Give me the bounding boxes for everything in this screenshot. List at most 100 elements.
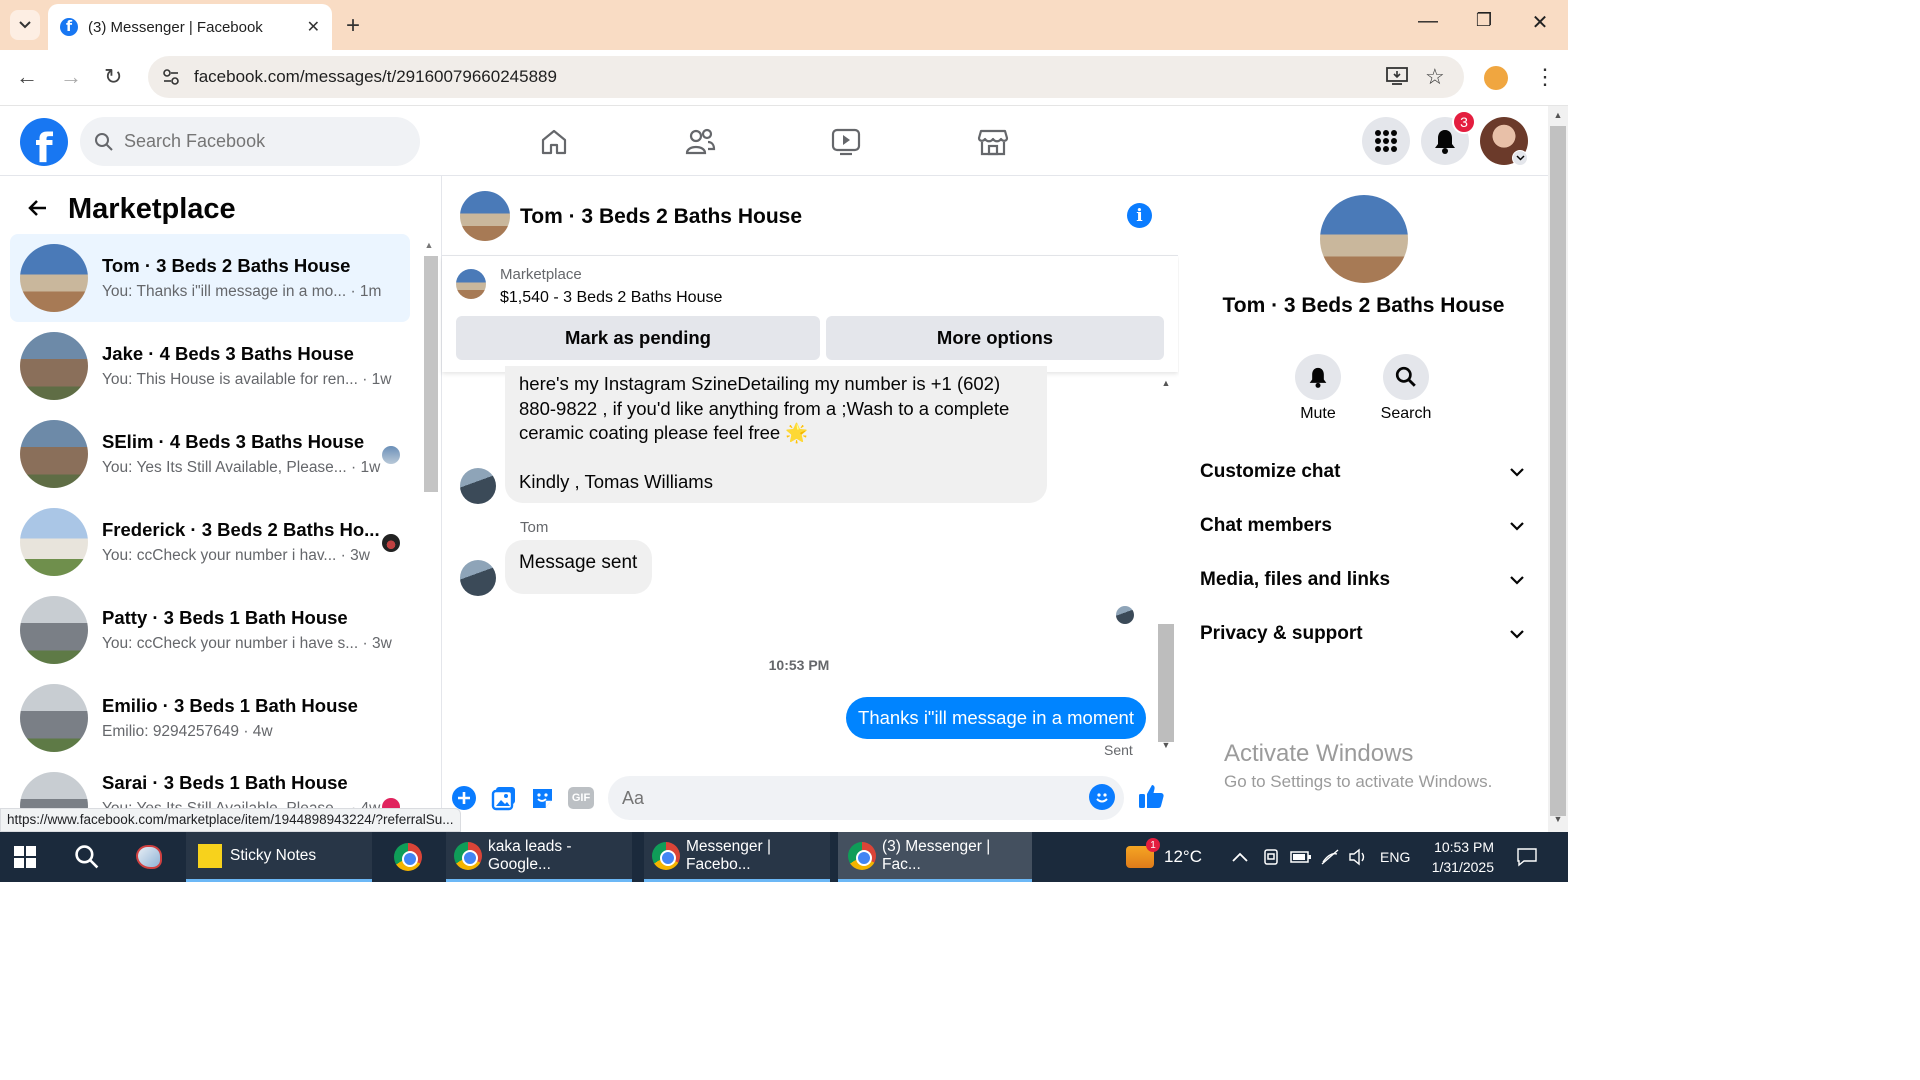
nav-home[interactable] [534,124,574,160]
scrollbar-thumb[interactable] [424,256,438,492]
sender-avatar[interactable] [460,468,496,504]
media-files-links-section[interactable]: Media, files and links [1188,555,1536,605]
notification-center-icon[interactable] [1516,832,1538,882]
conversation-time: · 1w [351,459,381,476]
chevron-down-icon [1510,629,1524,639]
nav-marketplace[interactable] [973,124,1013,160]
show-hidden-icons[interactable] [1232,832,1248,882]
page-title: Marketplace [68,193,236,225]
info-icon[interactable]: i [1127,203,1152,228]
conversation-name: Tom · 3 Beds 2 Baths House [102,255,351,276]
more-options-button[interactable]: More options [826,316,1164,360]
browser-menu-icon[interactable]: ⋮ [1534,64,1556,90]
photo-icon[interactable] [490,784,518,812]
watermark-subtitle: Go to Settings to activate Windows. [1224,772,1493,791]
taskbar-chrome-window[interactable]: Messenger | Facebo... [644,832,830,882]
mark-as-pending-button[interactable]: Mark as pending [456,316,820,360]
profile-picture[interactable] [1320,195,1408,283]
chevron-down-icon [19,21,31,29]
taskbar-label: (3) Messenger | Fac... [882,837,991,873]
conversation-name: SElim · 4 Beds 3 Baths House [102,431,365,452]
read-receipt-avatar [1116,606,1134,624]
customize-chat-section[interactable]: Customize chat [1188,447,1536,497]
meet-now-icon[interactable] [1262,832,1280,882]
taskbar-label: Sticky Notes [230,846,317,864]
tab-close-icon[interactable]: ✕ [307,17,320,37]
sender-avatar[interactable] [460,560,496,596]
incoming-message[interactable]: here's my Instagram SzineDetailing my nu… [505,366,1047,503]
emoji-icon[interactable] [1089,784,1115,810]
taskbar-chrome-window-active[interactable]: (3) Messenger | Fac... [838,832,1032,882]
clock-date: 1/31/2025 [1431,859,1494,875]
profile-name: Tom · 3 Beds 2 Baths House [1222,294,1505,317]
conversation-item[interactable]: Jake · 4 Beds 3 Baths House You: This Ho… [10,322,410,410]
conversation-item[interactable]: Patty · 3 Beds 1 Bath House You: ccCheck… [10,586,410,674]
site-info-icon[interactable] [162,68,180,86]
weather-widget[interactable]: 1 12°C [1126,832,1202,882]
minimize-button[interactable]: — [1408,10,1448,33]
language-indicator[interactable]: ENG [1380,832,1410,882]
chevron-down-icon [1510,467,1524,477]
menu-grid-button[interactable] [1362,117,1410,165]
chrome-icon [394,843,422,871]
back-arrow-icon[interactable] [26,196,50,227]
paint-app-icon[interactable] [136,832,170,882]
chrome-icon [848,841,876,870]
url-text: facebook.com/messages/t/2916007966024588… [194,67,557,86]
bell-icon [1435,130,1455,154]
conversation-item[interactable]: Frederick · 3 Beds 2 Baths Ho... You: cc… [10,498,410,586]
taskbar-search-button[interactable] [74,832,106,882]
conversation-time: · 1w [362,371,392,388]
browser-tab-active[interactable]: f (3) Messenger | Facebook ✕ [48,4,332,50]
privacy-support-section[interactable]: Privacy & support [1188,609,1536,659]
chevron-up-icon [1232,852,1248,862]
reload-button[interactable]: ↻ [104,64,122,90]
sticker-icon[interactable] [529,784,557,812]
nav-watch[interactable] [826,124,866,160]
link-status-bar: https://www.facebook.com/marketplace/ite… [0,808,461,832]
forward-button[interactable]: → [60,64,82,90]
back-button[interactable]: ← [16,64,38,90]
scrollbar-thumb[interactable] [1158,624,1174,742]
conversation-item[interactable]: Emilio · 3 Beds 1 Bath House Emilio: 929… [10,674,410,762]
listing-thumbnail[interactable] [456,269,486,299]
search-conversation-button[interactable] [1383,354,1429,400]
window-close-button[interactable]: ✕ [1520,10,1560,35]
chat-members-section[interactable]: Chat members [1188,501,1536,551]
restore-button[interactable]: ❐ [1464,10,1504,31]
account-chevron-icon[interactable] [1512,150,1528,166]
thumbs-up-icon[interactable] [1137,782,1165,815]
conversation-item[interactable]: SElim · 4 Beds 3 Baths House You: Yes It… [10,410,410,498]
bookmark-star-icon[interactable]: ☆ [1425,64,1445,90]
chat-title[interactable]: Tom · 3 Beds 2 Baths House [520,205,802,229]
volume-icon[interactable] [1348,832,1368,882]
taskbar-chrome-pinned[interactable] [394,832,428,882]
start-button[interactable] [14,832,46,882]
search-bar[interactable] [80,117,420,166]
star-emoji: 🌟 [785,422,809,443]
mute-button[interactable] [1295,354,1341,400]
chat-avatar[interactable] [460,191,510,241]
scrollbar-thumb[interactable] [1550,126,1566,816]
gif-icon[interactable]: GIF [567,784,595,812]
tab-search-button[interactable] [10,10,40,40]
incoming-message[interactable]: Message sent [505,540,652,594]
address-bar[interactable]: facebook.com/messages/t/2916007966024588… [148,56,1464,98]
wifi-icon[interactable] [1320,832,1340,882]
taskbar-chrome-window[interactable]: kaka leads - Google... [446,832,632,882]
message-input[interactable] [608,776,1124,820]
facebook-logo[interactable]: f [20,118,68,166]
nav-friends[interactable] [680,124,720,160]
search-input[interactable] [124,131,384,152]
scroll-down-arrow[interactable]: ▼ [1548,814,1568,824]
conversation-item[interactable]: Tom · 3 Beds 2 Baths House You: Thanks i… [10,234,410,322]
outgoing-message[interactable]: Thanks i"ill message in a moment [846,697,1146,739]
new-tab-button[interactable]: + [346,12,360,40]
conversation-time: · 1m [350,283,382,300]
taskbar-sticky-notes[interactable]: Sticky Notes [186,832,372,882]
battery-icon[interactable] [1290,832,1312,882]
clock[interactable]: 10:53 PM 1/31/2025 [1420,832,1494,882]
install-app-icon[interactable] [1386,66,1408,91]
profile-icon[interactable] [1484,66,1508,90]
listing-title[interactable]: $1,540 - 3 Beds 2 Baths House [500,289,722,307]
